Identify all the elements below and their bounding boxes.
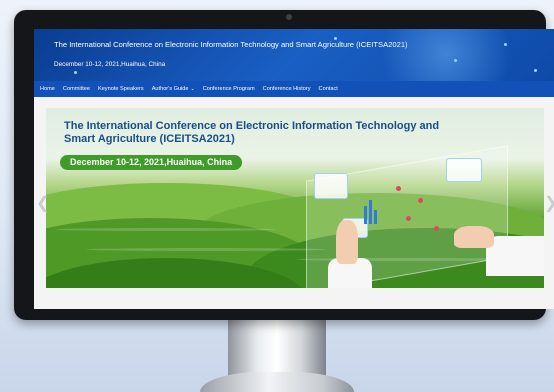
holo-node bbox=[396, 186, 401, 191]
site-header: The International Conference on Electron… bbox=[34, 29, 554, 81]
holo-card bbox=[314, 173, 348, 199]
decorative-dot bbox=[454, 59, 457, 62]
banner-section: The International Conference on Electron… bbox=[34, 97, 554, 309]
nav-item-conference-program[interactable]: Conference Program bbox=[203, 86, 255, 92]
nav-item-committee[interactable]: Committee bbox=[63, 86, 90, 92]
webcam-icon bbox=[286, 14, 292, 20]
holo-bar bbox=[369, 200, 372, 224]
nav-item-label: Author's Guide bbox=[151, 86, 189, 92]
main-nav: Home Committee Keynote Speakers Author's… bbox=[34, 81, 554, 97]
chevron-right-icon[interactable]: ❯ bbox=[544, 193, 554, 213]
banner-title: The International Conference on Electron… bbox=[64, 120, 440, 145]
holo-node bbox=[434, 226, 439, 231]
holo-node bbox=[406, 216, 411, 221]
chevron-left-icon[interactable]: ❮ bbox=[36, 193, 49, 213]
website-screen: The International Conference on Electron… bbox=[34, 29, 554, 309]
holo-node bbox=[418, 198, 423, 203]
monitor-stand-base bbox=[200, 372, 354, 392]
hand-left bbox=[336, 220, 358, 264]
nav-item-authors-guide[interactable]: Author's Guide ⌄ bbox=[152, 86, 195, 92]
field-row bbox=[86, 248, 326, 251]
nav-item-contact[interactable]: Contact bbox=[319, 86, 338, 92]
holo-bar bbox=[374, 210, 377, 224]
nav-item-keynote-speakers[interactable]: Keynote Speakers bbox=[98, 86, 144, 92]
decorative-dot bbox=[504, 43, 507, 46]
decorative-dot bbox=[74, 71, 77, 74]
decorative-dot bbox=[534, 69, 537, 72]
holo-bar bbox=[364, 206, 367, 224]
chevron-down-icon: ⌄ bbox=[190, 86, 195, 92]
field-row bbox=[56, 228, 276, 231]
site-date: December 10-12, 2021,Huaihua, China bbox=[54, 61, 166, 68]
hero-banner[interactable]: The International Conference on Electron… bbox=[46, 108, 544, 288]
site-title: The International Conference on Electron… bbox=[54, 40, 408, 49]
banner-date-badge: December 10-12, 2021,Huaihua, China bbox=[60, 155, 243, 170]
nav-item-home[interactable]: Home bbox=[40, 86, 55, 92]
holo-card bbox=[446, 158, 482, 182]
nav-item-conference-history[interactable]: Conference History bbox=[263, 86, 311, 92]
sleeve-right bbox=[486, 236, 544, 276]
monitor: The International Conference on Electron… bbox=[14, 10, 554, 320]
hand-right bbox=[454, 226, 494, 248]
